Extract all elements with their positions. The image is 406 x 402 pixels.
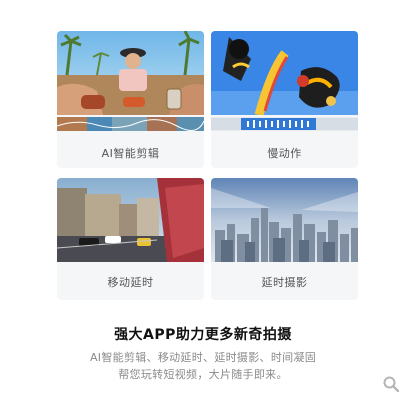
feature-card-timelapse[interactable]: 延时摄影: [211, 178, 358, 300]
section-headline: 强大APP助力更多新奇拍摄: [114, 327, 292, 343]
section-description-line-1: AI智能剪辑、移动延时、延时摄影、时间凝固: [89, 351, 317, 364]
ai-editing-thumbnail: [57, 31, 204, 115]
feature-card-slow-motion[interactable]: 慢动作: [211, 31, 358, 168]
feature-label: AI智能剪辑: [101, 147, 160, 160]
feature-card-moving-timelapse[interactable]: 移动延时: [57, 178, 204, 300]
moving-timelapse-thumbnail: [57, 178, 204, 262]
slow-motion-timeline-strip: [211, 117, 358, 131]
feature-label: 移动延时: [107, 276, 154, 289]
feature-label: 延时摄影: [261, 276, 308, 289]
timelapse-thumbnail: [211, 178, 358, 262]
ai-editing-timeline-strip: [57, 117, 204, 131]
feature-card-ai-editing[interactable]: AI智能剪辑: [57, 31, 204, 168]
feature-label: 慢动作: [267, 147, 302, 160]
slow-motion-thumbnail: [211, 31, 358, 115]
section-description-line-2: 帮您玩转短视频，大片随手即来。: [118, 368, 288, 381]
search-icon[interactable]: [383, 376, 399, 392]
